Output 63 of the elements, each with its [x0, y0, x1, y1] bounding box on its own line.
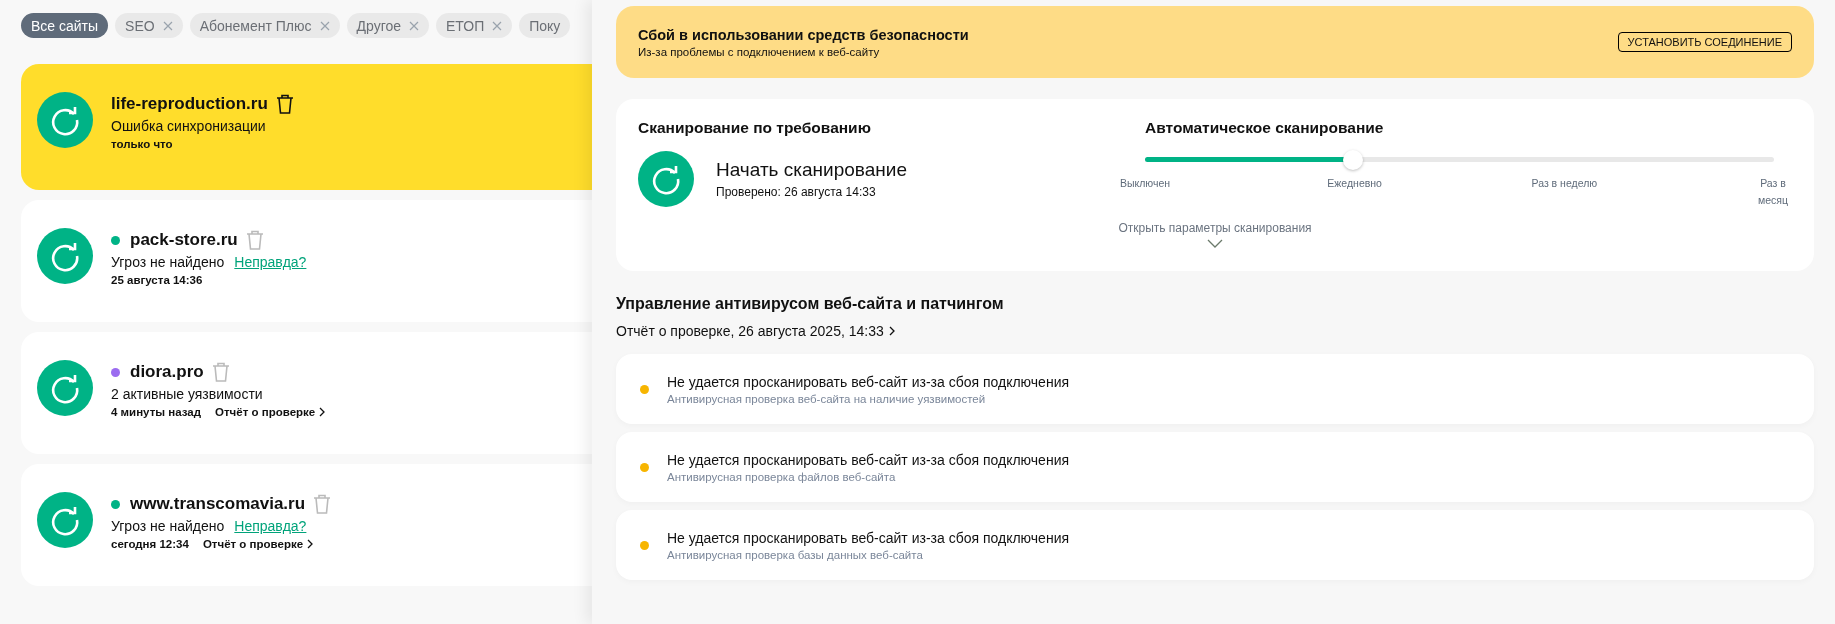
close-icon[interactable] [409, 20, 419, 31]
issue-title: Не удается просканировать веб-сайт из-за сбоя подключения [667, 451, 1070, 468]
close-icon[interactable] [492, 20, 503, 31]
site-name: www.transcomavia.ru [130, 494, 306, 514]
timestamp: только что [111, 138, 173, 150]
chevron-right-icon [319, 407, 326, 417]
connect-button[interactable]: УСТАНОВИТЬ СОЕДИНЕНИЕ [1617, 32, 1792, 52]
last-checked: Проверено: 26 августа 14:33 [716, 185, 877, 199]
status-text: Ошибка синхронизации [111, 118, 266, 134]
refresh-icon[interactable] [37, 92, 93, 148]
issue-subtitle: Антивирусная проверка файлов веб-сайта [667, 470, 897, 483]
filter-chip[interactable]: Другое [346, 13, 429, 38]
site-name: diora.pro [130, 362, 204, 382]
chevron-right-icon [307, 539, 314, 549]
section-title: Автоматическое сканирование [1145, 119, 1385, 137]
alert-subtitle: Из-за проблемы с подключением к веб-сайту [638, 45, 881, 58]
refresh-icon[interactable] [37, 228, 93, 284]
issue-card[interactable]: Не удается просканировать веб-сайт из-за сбоя подключения Антивирусная проверка базы данных веб-сайта [616, 510, 1814, 580]
filter-chip[interactable]: Абонемент Плюс [189, 13, 340, 38]
filter-chip[interactable]: SEO [115, 13, 183, 38]
close-icon[interactable] [162, 20, 173, 31]
issue-card[interactable]: Не удается просканировать веб-сайт из-за сбоя подключения Антивирусная проверка веб-сайта на наличие уязвимостей [616, 354, 1814, 424]
slider-stop-label: Ежедневно [1327, 177, 1382, 189]
section-title: Сканирование по требованию [638, 119, 872, 137]
status-text: Угроз не найдено [111, 254, 225, 270]
filter-chip[interactable]: Все сайты [21, 13, 109, 38]
issue-title: Не удается просканировать веб-сайт из-за сбоя подключения [667, 373, 1070, 390]
refresh-icon[interactable] [37, 360, 93, 416]
slider-stop-label: Раз в месяц [1757, 176, 1789, 208]
site-card[interactable]: life-reproduction.ru Ошибка синхронизации только что [21, 64, 592, 190]
issue-title: Не удается просканировать веб-сайт из-за сбоя подключения [667, 529, 1070, 546]
frequency-slider[interactable] [1145, 149, 1774, 171]
issue-card[interactable]: Не удается просканировать веб-сайт из-за сбоя подключения Антивирусная проверка файлов веб-сайта [616, 432, 1814, 502]
timestamp: сегодня 12:34 [111, 538, 189, 550]
issue-subtitle: Антивирусная проверка веб-сайта на наличие уязвимостей [667, 392, 987, 405]
start-scan-link[interactable]: Начать сканирование [716, 159, 907, 181]
close-icon[interactable] [319, 20, 330, 31]
alert-title: Сбой в использовании средств безопасности [638, 26, 969, 43]
slider-thumb[interactable] [1342, 150, 1363, 170]
site-card[interactable]: pack-store.ru Угроз не найдено Неправда? 25 августа 14:36 [21, 200, 592, 322]
report-link[interactable]: Отчёт о проверке, 26 августа 2025, 14:33 [616, 323, 1814, 339]
report-link[interactable]: Отчёт о проверке [202, 538, 314, 550]
filter-chip[interactable]: Поку [519, 13, 571, 38]
issue-subtitle: Антивирусная проверка базы данных веб-сайта [667, 548, 924, 561]
section-title: Управление антивирусом веб-сайта и патчингом [616, 295, 1005, 313]
refresh-icon[interactable] [37, 492, 93, 548]
filter-chip[interactable]: ЕТОП [436, 13, 513, 38]
report-link[interactable]: Отчёт о проверке [215, 406, 326, 418]
timestamp: 25 августа 14:36 [111, 274, 203, 286]
site-card[interactable]: diora.pro 2 активные уязвимости 4 минуты назад Отчёт о проверке [21, 332, 592, 454]
trash-icon[interactable] [275, 94, 294, 114]
slider-stop-label: Выключен [1119, 177, 1171, 189]
refresh-icon[interactable] [638, 151, 694, 207]
chevron-right-icon [888, 326, 895, 336]
status-text: 2 активные уязвимости [111, 386, 263, 402]
timestamp: 4 минуты назад [111, 406, 202, 418]
site-card[interactable]: www.transcomavia.ru Угроз не найдено Неправда? сегодня 12:34 Отчёт о проверке [21, 464, 592, 586]
status-text: Угроз не найдено [111, 518, 225, 534]
site-name: life-reproduction.ru [111, 94, 268, 114]
scan-settings-link[interactable]: Открыть параметры сканирования [1118, 221, 1312, 235]
site-name: pack-store.ru [130, 230, 238, 250]
chevron-down-icon[interactable] [1207, 239, 1223, 248]
slider-stop-label: Раз в неделю [1531, 177, 1598, 189]
